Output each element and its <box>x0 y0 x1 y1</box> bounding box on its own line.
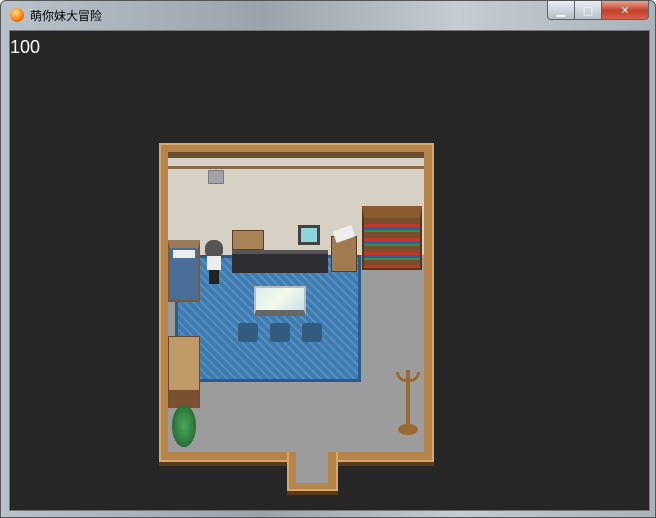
cushion[interactable] <box>302 323 322 342</box>
stereo[interactable] <box>232 230 264 250</box>
computer-monitor[interactable] <box>298 225 320 245</box>
window-title: 萌你妹大冒险 <box>30 9 103 23</box>
cushion[interactable] <box>270 323 290 342</box>
wall-beam <box>168 166 424 169</box>
rug <box>175 255 361 382</box>
title-bar[interactable]: 萌你妹大冒险 ▁ □ ✕ <box>1 1 656 29</box>
cushion[interactable] <box>238 323 258 342</box>
score-counter: 100 <box>10 37 41 57</box>
doorway-floor[interactable] <box>296 446 328 483</box>
bookshelf[interactable] <box>362 206 422 270</box>
nightstand[interactable] <box>331 236 357 272</box>
potted-plant <box>172 405 196 447</box>
maximize-button[interactable]: □ <box>574 1 602 20</box>
glass-coffee-table[interactable] <box>254 286 306 316</box>
side-desk[interactable] <box>168 336 200 408</box>
pillow <box>173 250 195 258</box>
coat-rack-base <box>398 424 418 435</box>
close-button[interactable]: ✕ <box>601 1 649 20</box>
wall-vent <box>208 170 224 184</box>
player-character[interactable] <box>205 240 225 286</box>
tv-cabinet[interactable] <box>232 250 328 273</box>
minimize-button[interactable]: ▁ <box>547 1 575 20</box>
app-icon <box>10 8 24 22</box>
